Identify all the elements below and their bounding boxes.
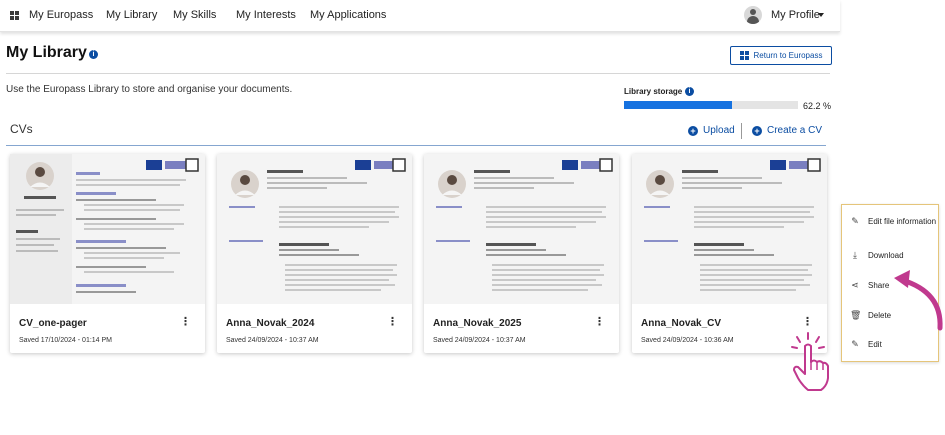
apps-grid-icon[interactable] bbox=[10, 11, 19, 20]
cv-thumbnail[interactable] bbox=[217, 154, 412, 304]
download-icon: ⤓ bbox=[853, 249, 857, 260]
more-options-icon[interactable]: ⋮ bbox=[180, 317, 191, 328]
nav-my-europass[interactable]: My Europass bbox=[29, 9, 93, 21]
cv-preview-image bbox=[644, 158, 821, 291]
menu-item-label: Edit bbox=[868, 339, 882, 349]
section-title: CVs bbox=[10, 122, 33, 136]
pencil-icon: ✎ bbox=[851, 215, 859, 226]
menu-item-edit[interactable]: ✎ Edit bbox=[842, 332, 938, 356]
grid-icon bbox=[739, 51, 749, 60]
cv-card[interactable]: Anna_Novak_2024 Saved 24/09/2024 - 10:37… bbox=[217, 154, 412, 353]
chevron-down-icon[interactable] bbox=[818, 13, 824, 17]
create-cv-button[interactable]: + Create a CV bbox=[752, 125, 822, 136]
trash-icon: 🗑 bbox=[850, 309, 862, 320]
cv-title[interactable]: Anna_Novak_2024 bbox=[226, 318, 314, 329]
library-description: Use the Europass Library to store and or… bbox=[6, 84, 293, 95]
plus-icon: + bbox=[688, 125, 698, 136]
profile-menu-label[interactable]: My Profile bbox=[771, 9, 820, 21]
header-divider bbox=[6, 73, 830, 74]
plus-icon: + bbox=[752, 125, 762, 136]
cv-card[interactable]: Anna_Novak_CV Saved 24/09/2024 - 10:36 A… bbox=[632, 154, 827, 353]
cv-title[interactable]: CV_one-pager bbox=[19, 318, 87, 329]
menu-item-label: Download bbox=[868, 250, 904, 260]
action-divider bbox=[741, 123, 742, 139]
cv-preview-image bbox=[229, 158, 406, 291]
menu-item-label: Edit file information bbox=[868, 216, 937, 226]
cv-title[interactable]: Anna_Novak_CV bbox=[641, 318, 721, 329]
menu-item-label: Share bbox=[868, 280, 890, 290]
page-title: My Library bbox=[6, 44, 87, 61]
info-icon[interactable]: i bbox=[685, 87, 694, 96]
share-icon: ⋖ bbox=[851, 279, 859, 290]
cv-preview-image bbox=[10, 154, 199, 304]
cv-title[interactable]: Anna_Novak_2025 bbox=[433, 318, 521, 329]
cv-thumbnail[interactable] bbox=[632, 154, 827, 304]
more-options-icon[interactable]: ⋮ bbox=[802, 317, 813, 328]
storage-label: Library storage bbox=[624, 87, 683, 96]
cv-saved-date: Saved 24/09/2024 - 10:36 AM bbox=[641, 337, 734, 344]
nav-my-applications[interactable]: My Applications bbox=[310, 9, 386, 21]
profile-avatar[interactable] bbox=[744, 6, 762, 24]
storage-percent: 62.2 % bbox=[803, 101, 832, 111]
annotation-arrow-icon bbox=[894, 270, 943, 331]
create-cv-label: Create a CV bbox=[767, 125, 823, 136]
upload-button[interactable]: + Upload bbox=[688, 125, 735, 136]
cv-card[interactable]: Anna_Novak_2025 Saved 24/09/2024 - 10:37… bbox=[424, 154, 619, 353]
pointing-hand-icon bbox=[791, 332, 829, 391]
menu-item-edit-file-information[interactable]: ✎ Edit file information bbox=[842, 209, 938, 233]
return-button-label: Return to Europass bbox=[753, 51, 823, 60]
info-icon[interactable]: i bbox=[89, 50, 98, 59]
storage-bar-fill bbox=[624, 101, 732, 109]
cv-thumbnail[interactable] bbox=[424, 154, 619, 304]
cv-thumbnail[interactable] bbox=[10, 154, 205, 304]
more-options-icon[interactable]: ⋮ bbox=[387, 317, 398, 328]
menu-item-label: Delete bbox=[868, 310, 892, 320]
return-to-europass-button[interactable]: Return to Europass bbox=[730, 46, 832, 65]
pencil-icon: ✎ bbox=[851, 338, 859, 349]
cv-saved-date: Saved 17/10/2024 - 01:14 PM bbox=[19, 337, 113, 344]
cv-preview-image bbox=[436, 158, 613, 291]
nav-my-skills[interactable]: My Skills bbox=[173, 9, 216, 21]
more-options-icon[interactable]: ⋮ bbox=[594, 317, 605, 328]
cv-card[interactable]: CV_one-pager Saved 17/10/2024 - 01:14 PM… bbox=[10, 154, 205, 353]
cv-saved-date: Saved 24/09/2024 - 10:37 AM bbox=[226, 337, 319, 344]
nav-my-library[interactable]: My Library bbox=[106, 9, 157, 21]
nav-my-interests[interactable]: My Interests bbox=[236, 9, 296, 21]
section-divider bbox=[6, 145, 826, 146]
cv-saved-date: Saved 24/09/2024 - 10:37 AM bbox=[433, 337, 526, 344]
upload-label: Upload bbox=[703, 125, 735, 136]
